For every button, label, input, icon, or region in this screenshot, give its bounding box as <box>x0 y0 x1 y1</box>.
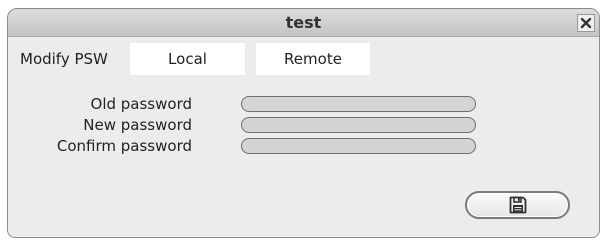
modify-psw-label: Modify PSW <box>20 50 108 68</box>
tab-remote[interactable]: Remote <box>256 43 370 75</box>
dialog-title: test <box>285 13 322 32</box>
close-button[interactable] <box>577 14 595 32</box>
new-password-label: New password <box>83 116 192 134</box>
old-password-field[interactable] <box>241 96 476 112</box>
confirm-password-label: Confirm password <box>56 137 192 155</box>
tab-local[interactable]: Local <box>130 43 245 75</box>
tab-row: Modify PSW Local Remote <box>8 37 599 75</box>
save-icon <box>508 195 528 215</box>
confirm-password-row: Confirm password <box>8 137 599 155</box>
modify-password-dialog: test Modify PSW Local Remote Old passwor… <box>7 8 600 238</box>
new-password-row: New password <box>8 116 599 134</box>
save-button[interactable] <box>465 191 570 219</box>
old-password-row: Old password <box>8 95 599 113</box>
confirm-password-field[interactable] <box>241 138 476 154</box>
old-password-label: Old password <box>90 95 192 113</box>
close-icon <box>580 17 592 29</box>
new-password-field[interactable] <box>241 117 476 133</box>
dialog-titlebar: test <box>8 9 599 37</box>
